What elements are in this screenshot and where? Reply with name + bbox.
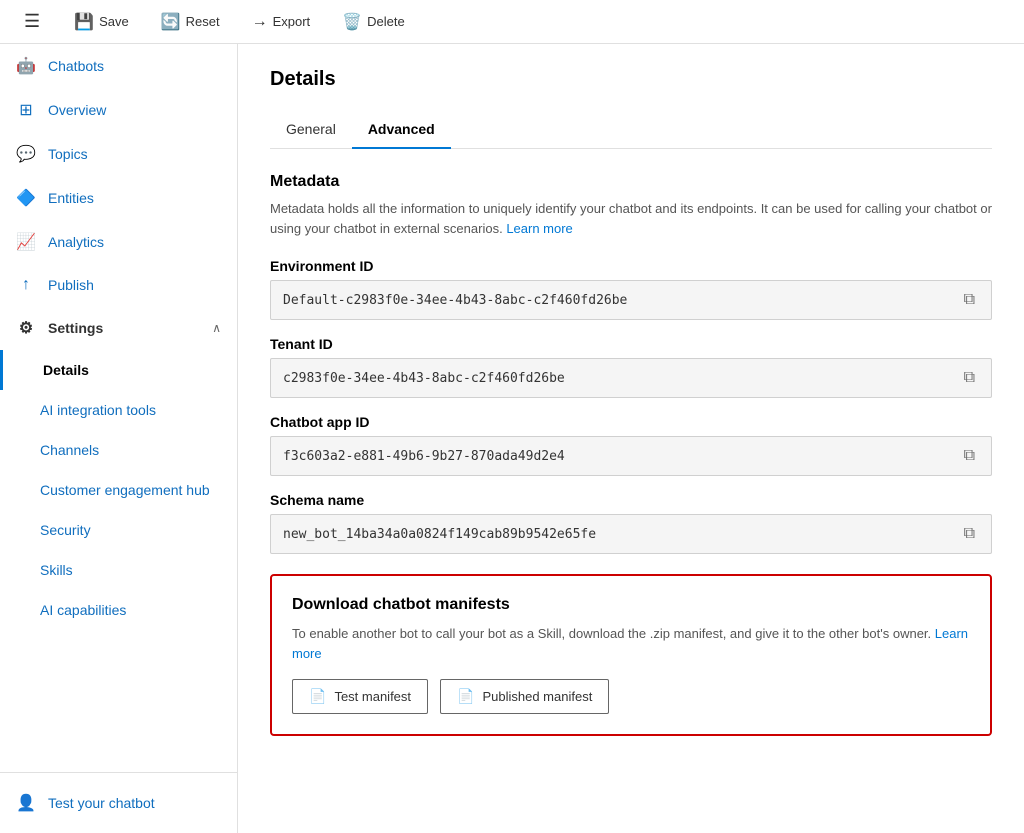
settings-chevron-icon: ∧ — [212, 321, 221, 335]
topics-icon: 💬 — [16, 144, 36, 164]
schema-name-copy-button[interactable]: ⧉ — [960, 523, 979, 545]
tenant-id-copy-button[interactable]: ⧉ — [960, 367, 979, 389]
menu-toggle-button[interactable]: ☰ — [16, 7, 48, 36]
environment-id-label: Environment ID — [270, 258, 992, 274]
sidebar-item-entities[interactable]: 🔷 Entities — [0, 176, 237, 220]
tenant-id-row: c2983f0e-34ee-4b43-8abc-c2f460fd26be ⧉ — [270, 358, 992, 398]
analytics-icon: 📈 — [16, 232, 36, 252]
delete-icon: 🗑️ — [342, 12, 362, 32]
metadata-description: Metadata holds all the information to un… — [270, 199, 992, 238]
tabs-bar: General Advanced — [270, 111, 992, 149]
published-manifest-icon: 📄 — [457, 688, 474, 705]
sidebar-label-channels: Channels — [40, 442, 99, 458]
sidebar-item-analytics[interactable]: 📈 Analytics — [0, 220, 237, 264]
chatbot-app-id-value: f3c603a2-e881-49b6-9b27-870ada49d2e4 — [283, 449, 960, 464]
sidebar-item-overview[interactable]: ⊞ Overview — [0, 88, 237, 132]
published-manifest-label: Published manifest — [482, 689, 592, 704]
schema-name-value: new_bot_14ba34a0a0824f149cab89b9542e65fe — [283, 527, 960, 542]
sidebar-label-security: Security — [40, 522, 91, 538]
sidebar-bottom: 👤 Test your chatbot — [0, 772, 237, 833]
sidebar-item-details[interactable]: Details — [0, 350, 237, 390]
sidebar-label-ai-integration: AI integration tools — [40, 402, 156, 418]
test-chatbot-icon: 👤 — [16, 793, 36, 813]
save-label: Save — [99, 14, 129, 29]
sidebar-item-ai-integration[interactable]: AI integration tools — [0, 390, 237, 430]
metadata-learn-more-link[interactable]: Learn more — [506, 221, 572, 236]
delete-label: Delete — [367, 14, 405, 29]
sidebar-item-ai-capabilities[interactable]: AI capabilities — [0, 590, 237, 630]
sidebar-label-publish: Publish — [48, 277, 94, 293]
tenant-id-value: c2983f0e-34ee-4b43-8abc-c2f460fd26be — [283, 371, 960, 386]
toolbar: ☰ 💾 Save 🔄 Reset → Export 🗑️ Delete — [0, 0, 1024, 44]
metadata-section: Metadata Metadata holds all the informat… — [270, 173, 992, 238]
sidebar-label-topics: Topics — [48, 146, 88, 162]
sidebar-item-test-chatbot[interactable]: 👤 Test your chatbot — [0, 781, 237, 825]
sidebar-item-skills[interactable]: Skills — [0, 550, 237, 590]
export-button[interactable]: → Export — [246, 9, 317, 35]
chatbot-app-id-group: Chatbot app ID f3c603a2-e881-49b6-9b27-8… — [270, 414, 992, 476]
sidebar-label-details: Details — [43, 362, 89, 378]
sidebar-item-channels[interactable]: Channels — [0, 430, 237, 470]
chatbot-app-id-copy-button[interactable]: ⧉ — [960, 445, 979, 467]
tab-advanced[interactable]: Advanced — [352, 111, 451, 149]
schema-name-label: Schema name — [270, 492, 992, 508]
reset-button[interactable]: 🔄 Reset — [155, 8, 226, 36]
test-manifest-label: Test manifest — [334, 689, 411, 704]
sidebar-item-customer-engagement[interactable]: Customer engagement hub — [0, 470, 237, 510]
environment-id-value: Default-c2983f0e-34ee-4b43-8abc-c2f460fd… — [283, 293, 960, 308]
settings-icon: ⚙ — [16, 318, 36, 338]
publish-icon: ↑ — [16, 276, 36, 294]
export-icon: → — [252, 13, 268, 31]
manifest-buttons: 📄 Test manifest 📄 Published manifest — [292, 679, 970, 714]
sidebar-item-security[interactable]: Security — [0, 510, 237, 550]
sidebar-label-entities: Entities — [48, 190, 94, 206]
test-manifest-button[interactable]: 📄 Test manifest — [292, 679, 428, 714]
reset-icon: 🔄 — [161, 12, 181, 32]
delete-button[interactable]: 🗑️ Delete — [336, 8, 411, 36]
overview-icon: ⊞ — [16, 100, 36, 120]
chatbot-app-id-row: f3c603a2-e881-49b6-9b27-870ada49d2e4 ⧉ — [270, 436, 992, 476]
sidebar-label-skills: Skills — [40, 562, 73, 578]
tenant-id-group: Tenant ID c2983f0e-34ee-4b43-8abc-c2f460… — [270, 336, 992, 398]
environment-id-group: Environment ID Default-c2983f0e-34ee-4b4… — [270, 258, 992, 320]
menu-icon: ☰ — [24, 11, 40, 31]
tenant-id-label: Tenant ID — [270, 336, 992, 352]
content-area: Details General Advanced Metadata Metada… — [238, 44, 1024, 833]
tab-general[interactable]: General — [270, 111, 352, 149]
chatbot-app-id-label: Chatbot app ID — [270, 414, 992, 430]
sidebar-label-customer-engagement: Customer engagement hub — [40, 482, 210, 498]
test-manifest-icon: 📄 — [309, 688, 326, 705]
sidebar-label-analytics: Analytics — [48, 234, 104, 250]
save-icon: 💾 — [74, 12, 94, 32]
sidebar-label-test-chatbot: Test your chatbot — [48, 795, 155, 811]
sidebar-label-ai-capabilities: AI capabilities — [40, 602, 126, 618]
sidebar-label-overview: Overview — [48, 102, 106, 118]
sidebar-item-topics[interactable]: 💬 Topics — [0, 132, 237, 176]
sidebar-item-publish[interactable]: ↑ Publish — [0, 264, 237, 306]
export-label: Export — [273, 14, 311, 29]
settings-label: Settings — [48, 320, 103, 336]
download-manifests-section: Download chatbot manifests To enable ano… — [270, 574, 992, 736]
reset-label: Reset — [186, 14, 220, 29]
sidebar-label-chatbots: Chatbots — [48, 58, 104, 74]
entities-icon: 🔷 — [16, 188, 36, 208]
environment-id-row: Default-c2983f0e-34ee-4b43-8abc-c2f460fd… — [270, 280, 992, 320]
schema-name-row: new_bot_14ba34a0a0824f149cab89b9542e65fe… — [270, 514, 992, 554]
published-manifest-button[interactable]: 📄 Published manifest — [440, 679, 609, 714]
page-title: Details — [270, 68, 992, 91]
sidebar-item-settings[interactable]: ⚙ Settings ∧ — [0, 306, 237, 350]
sidebar: 🤖 Chatbots ⊞ Overview 💬 Topics 🔷 Entitie… — [0, 44, 238, 833]
environment-id-copy-button[interactable]: ⧉ — [960, 289, 979, 311]
download-title: Download chatbot manifests — [292, 596, 970, 614]
schema-name-group: Schema name new_bot_14ba34a0a0824f149cab… — [270, 492, 992, 554]
download-description: To enable another bot to call your bot a… — [292, 624, 970, 663]
metadata-title: Metadata — [270, 173, 992, 191]
main-layout: 🤖 Chatbots ⊞ Overview 💬 Topics 🔷 Entitie… — [0, 44, 1024, 833]
save-button[interactable]: 💾 Save — [68, 8, 135, 36]
sidebar-item-chatbots[interactable]: 🤖 Chatbots — [0, 44, 237, 88]
chatbots-icon: 🤖 — [16, 56, 36, 76]
